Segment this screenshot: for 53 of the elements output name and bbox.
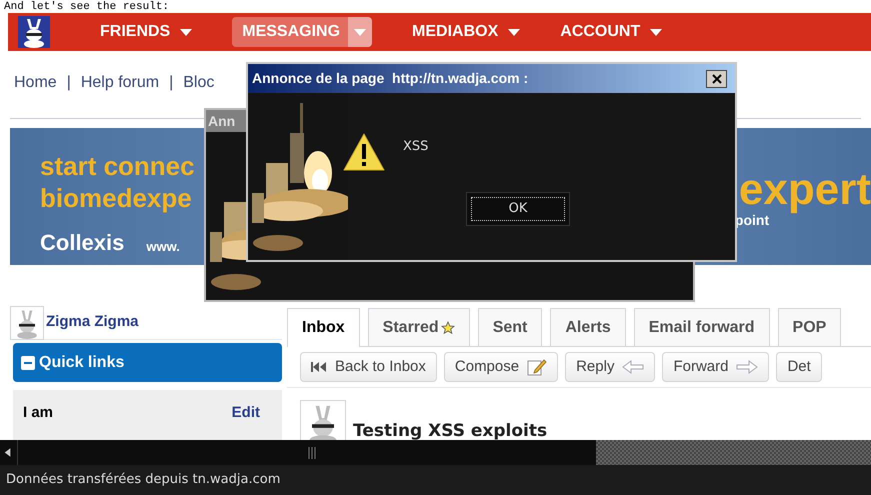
tab[interactable]: POP (778, 308, 842, 346)
dialog-title: Ann (208, 112, 236, 130)
ok-button[interactable]: OK (466, 192, 570, 226)
toolbar-button[interactable]: Reply (565, 352, 656, 382)
toolbar-button[interactable]: Forward (662, 352, 770, 382)
banner-url: www. (146, 238, 180, 256)
dialog-title: Annonce de la page http://tn.wadja.com : (252, 69, 528, 88)
caret-icon (650, 28, 662, 36)
status-text: Données transférées depuis tn.wadja.com (6, 471, 280, 490)
rabbit-logo-icon (18, 16, 50, 48)
breadcrumb-link[interactable]: Home (14, 70, 57, 94)
caret-icon (180, 28, 192, 36)
breadcrumb-link[interactable]: Help forum (80, 70, 160, 94)
avatar-icon (300, 400, 346, 440)
about-label: I am (23, 403, 54, 424)
toolbar-button[interactable]: Compose (444, 352, 558, 382)
grip-icon (308, 446, 316, 458)
message-subject: Testing XSS exploits (353, 420, 548, 440)
edit-link[interactable]: Edit (232, 402, 272, 425)
brand-logo: Collexis (40, 229, 124, 257)
star-icon (440, 320, 455, 334)
close-button[interactable] (706, 70, 727, 88)
toolbar-button[interactable]: Back to Inbox (300, 352, 437, 382)
banner-headline: biomedexpe (40, 182, 193, 214)
horizontal-scrollbar[interactable] (0, 440, 596, 465)
right-arrow-icon (736, 360, 758, 374)
tab[interactable]: Sent (478, 308, 542, 346)
breadcrumb-separator: | (66, 72, 71, 92)
caret-icon (508, 28, 520, 36)
breadcrumb-link[interactable]: Bloc (183, 70, 214, 94)
nav-menu-item[interactable]: FRIENDS (100, 17, 192, 47)
caret-icon (354, 28, 366, 36)
pencil-icon (527, 358, 548, 376)
breadcrumb-separator: | (169, 72, 174, 92)
nav-menu-item[interactable]: MEDIABOX (412, 17, 520, 47)
left-arrow-icon (622, 360, 644, 374)
quick-links-header[interactable]: Quick links (13, 343, 282, 382)
tab[interactable]: Starred (368, 308, 470, 346)
tab[interactable]: Inbox (287, 308, 360, 347)
tab[interactable]: Alerts (550, 308, 626, 346)
avatar-icon (10, 306, 44, 340)
caption-text: And let's see the result: (3, 1, 170, 13)
alert-message: XSS (403, 138, 428, 156)
profile-name-link[interactable]: Zigma Zigma (46, 311, 139, 334)
warning-icon (343, 133, 385, 171)
minus-icon (21, 356, 35, 370)
close-icon (712, 74, 722, 84)
tab[interactable]: Email forward (634, 308, 770, 346)
banner-headline: expert (738, 168, 871, 212)
skip-back-icon (311, 362, 327, 372)
toolbar-button[interactable]: Det (776, 352, 822, 382)
nav-menu-item[interactable]: ACCOUNT (560, 17, 662, 47)
banner-headline: start connec (40, 150, 195, 182)
